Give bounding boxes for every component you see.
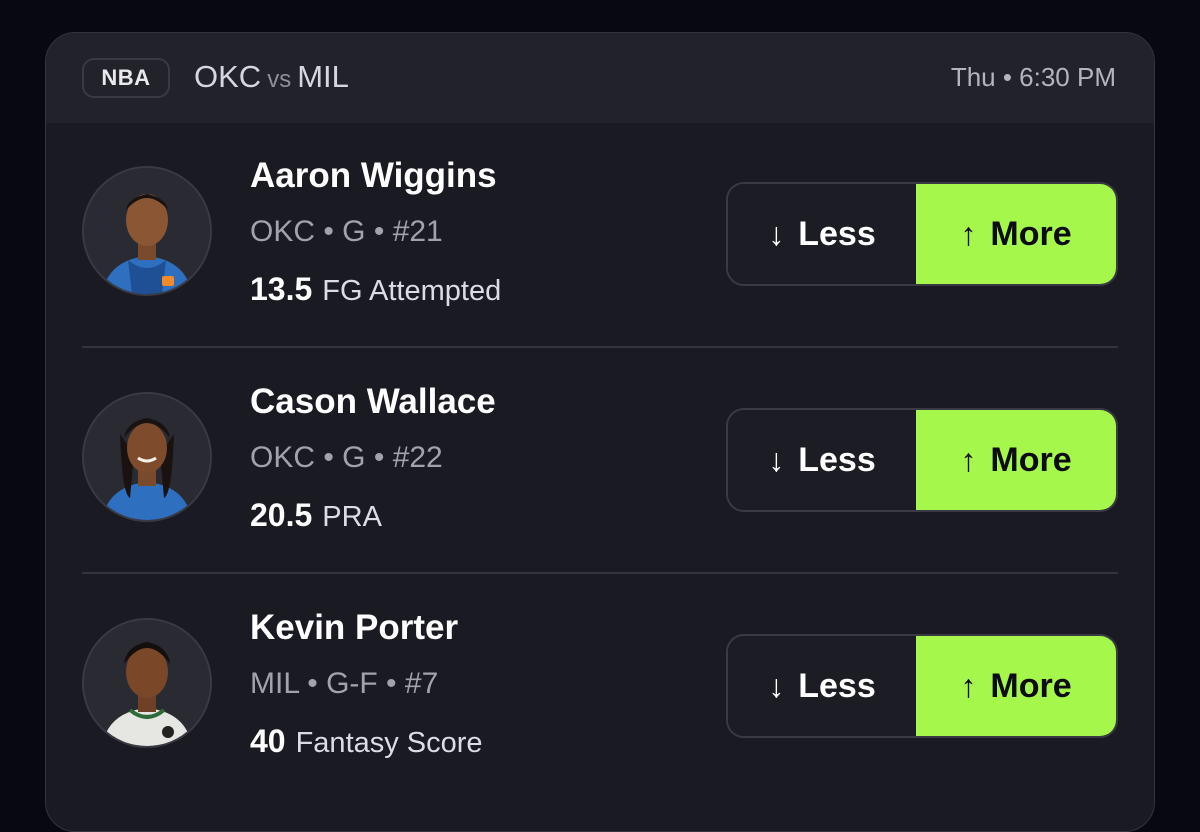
arrow-up-icon: ↑ xyxy=(960,215,977,252)
player-avatar xyxy=(82,166,212,296)
pick-selector: ↓ Less ↑ More xyxy=(726,182,1118,286)
line-stat: FG Attempted xyxy=(322,275,502,307)
more-button[interactable]: ↑ More xyxy=(916,636,1116,736)
player-headshot-icon xyxy=(84,394,210,520)
less-button[interactable]: ↓ Less xyxy=(728,184,916,284)
pick-selector: ↓ Less ↑ More xyxy=(726,408,1118,512)
player-line: 13.5 FG Attempted xyxy=(250,271,501,308)
game-card: NBA OKC vs MIL Thu • 6:30 PM Aaron Wiggins… xyxy=(45,32,1155,832)
line-value: 20.5 xyxy=(250,497,313,533)
less-label: Less xyxy=(798,214,876,253)
arrow-down-icon: ↓ xyxy=(768,667,785,704)
home-team: OKC xyxy=(194,59,262,94)
arrow-up-icon: ↑ xyxy=(960,667,977,704)
more-button[interactable]: ↑ More xyxy=(916,184,1116,284)
less-label: Less xyxy=(798,440,876,479)
vs-label: vs xyxy=(267,66,292,93)
less-button[interactable]: ↓ Less xyxy=(728,636,916,736)
more-label: More xyxy=(990,214,1072,253)
pick-selector: ↓ Less ↑ More xyxy=(726,634,1118,738)
less-label: Less xyxy=(798,666,876,705)
player-name: Cason Wallace xyxy=(250,382,496,421)
matchup: OKC vs MIL xyxy=(194,59,349,95)
player-name: Kevin Porter xyxy=(250,608,459,647)
away-team: MIL xyxy=(297,59,349,94)
game-header: NBA OKC vs MIL Thu • 6:30 PM xyxy=(46,33,1154,123)
line-value: 40 xyxy=(250,723,286,759)
line-stat: Fantasy Score xyxy=(295,727,483,759)
line-value: 13.5 xyxy=(250,271,313,307)
arrow-down-icon: ↓ xyxy=(768,441,785,478)
player-headshot-icon xyxy=(84,168,210,294)
arrow-down-icon: ↓ xyxy=(768,215,785,252)
row-divider xyxy=(82,346,1118,348)
league-badge: NBA xyxy=(82,58,170,98)
player-row: Cason Wallace OKC • G • #22 20.5 PRA ↓ Les… xyxy=(46,349,1154,575)
game-time: Thu • 6:30 PM xyxy=(950,62,1116,92)
less-button[interactable]: ↓ Less xyxy=(728,410,916,510)
player-avatar xyxy=(82,618,212,748)
player-meta: OKC • G • #22 xyxy=(250,441,443,474)
arrow-up-icon: ↑ xyxy=(960,441,977,478)
more-label: More xyxy=(990,440,1072,479)
player-meta: OKC • G • #21 xyxy=(250,215,443,248)
player-line: 20.5 PRA xyxy=(250,497,382,534)
player-row: Kevin Porter MIL • G-F • #7 40 Fantasy Sc… xyxy=(46,575,1154,801)
player-avatar xyxy=(82,392,212,522)
player-headshot-icon xyxy=(84,620,210,746)
player-row: Aaron Wiggins OKC • G • #21 13.5 FG Attem… xyxy=(46,123,1154,349)
row-divider xyxy=(82,572,1118,574)
player-line: 40 Fantasy Score xyxy=(250,723,483,760)
line-stat: PRA xyxy=(322,501,382,533)
player-name: Aaron Wiggins xyxy=(250,156,497,195)
player-meta: MIL • G-F • #7 xyxy=(250,667,439,700)
more-label: More xyxy=(990,666,1072,705)
more-button[interactable]: ↑ More xyxy=(916,410,1116,510)
